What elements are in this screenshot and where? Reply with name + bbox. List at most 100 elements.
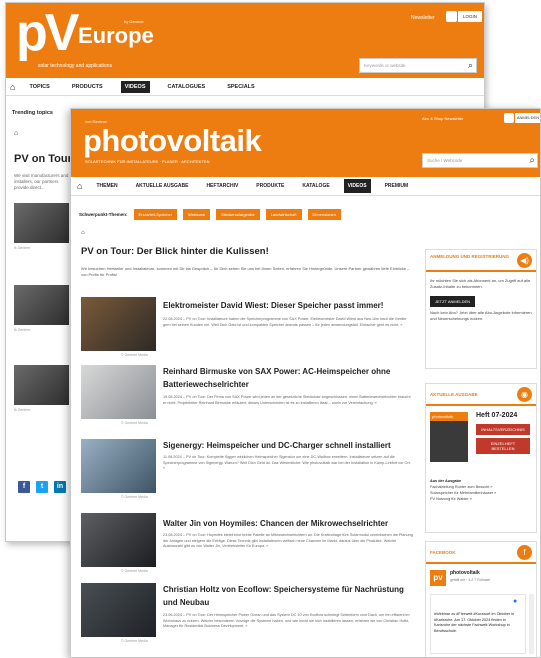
image-caption: © Gentner Media xyxy=(121,495,148,499)
login-box-title: ANMELDUNG UND REGISTRIERUNG xyxy=(430,254,510,259)
user-icon[interactable] xyxy=(504,113,514,123)
intro-text: We visit manufacturers and installers, o… xyxy=(14,173,69,190)
search-icon[interactable]: ⌕ xyxy=(529,154,535,167)
article-title[interactable]: Walter Jin von Hoymiles: Chancen der Mik… xyxy=(163,517,413,530)
main-nav: ⌂ THEMEN AKTUELLE AUSGABE HEFTARCHIV PRO… xyxy=(71,177,540,196)
nav-item-products[interactable]: PRODUCTS xyxy=(68,81,107,93)
photovoltaik-header: von Gentner photovoltaik SOLARTECHNIK FÜ… xyxy=(71,109,540,177)
photovoltaik-tagline: SOLARTECHNIK FÜR INSTALLATEURE · PLANER … xyxy=(85,159,210,164)
image-caption: fk Gentner xyxy=(14,246,31,250)
intro-text: Wir besuchen Hersteller und Installateur… xyxy=(81,266,410,277)
article-title[interactable]: Sigenergy: Heimspeicher und DC-Charger s… xyxy=(163,439,413,452)
topic-pill[interactable]: Dimensionen xyxy=(307,209,341,220)
fb-page-name[interactable]: photovoltaik xyxy=(450,570,480,576)
nav-item-themen[interactable]: THEMEN xyxy=(92,179,121,193)
video-thumbnail[interactable] xyxy=(14,365,69,405)
nav-item-heftarchiv[interactable]: HEFTARCHIV xyxy=(202,179,242,193)
pv-europe-logo-word[interactable]: Europe xyxy=(78,23,154,49)
login-now-button[interactable]: JETZT ANMELDEN xyxy=(430,296,476,307)
speaker-icon: ◀) xyxy=(517,253,532,268)
article-thumbnail[interactable] xyxy=(81,583,156,637)
article-thumbnail[interactable] xyxy=(81,297,156,351)
twitter-share-icon[interactable]: t xyxy=(36,481,48,493)
nav-item-topics[interactable]: TOPICS xyxy=(25,81,53,93)
nav-item-premium[interactable]: PREMIUM xyxy=(381,179,413,193)
issue-cover[interactable]: photovoltaik xyxy=(430,412,468,462)
nav-item-kataloge[interactable]: KATALOGE xyxy=(298,179,333,193)
article-item[interactable]: © Gentner Media Sigenergy: Heimspeicher … xyxy=(81,439,411,524)
table-of-contents-button[interactable]: INHALTSVERZEICHNIS xyxy=(476,424,530,435)
photovoltaik-logo[interactable]: photovoltaik xyxy=(83,123,262,159)
article-teaser: 22.08.2024 – PV on Tour: Installateure h… xyxy=(163,317,407,327)
topic-pill[interactable]: Ersatzteil-Speicher xyxy=(133,209,178,220)
home-icon[interactable]: ⌂ xyxy=(77,181,82,191)
breadcrumb-home-icon[interactable]: ⌂ xyxy=(14,130,18,137)
facebook-header: FACEBOOK f xyxy=(426,542,536,564)
login-button[interactable]: ANMELDEN xyxy=(515,113,540,123)
main-nav: ⌂ TOPICS PRODUCTS VIDEOS CATALOGUES SPEC… xyxy=(6,78,484,96)
facebook-icon[interactable]: f xyxy=(517,545,532,560)
image-caption: © Gentner Media xyxy=(121,639,148,643)
article-thumbnail[interactable] xyxy=(81,513,156,567)
abo-newsletter-links[interactable]: Abo & Shop Newsletter xyxy=(422,116,463,121)
newsletter-link[interactable]: Newsletter xyxy=(411,15,435,21)
user-icon[interactable] xyxy=(446,11,457,22)
current-issue-title: AKTUELLE AUSGABE xyxy=(430,392,478,397)
nav-item-produkte[interactable]: PRODUKTE xyxy=(252,179,288,193)
search-input[interactable]: Keywords or website ⌕ xyxy=(359,58,477,73)
current-issue-header: AKTUELLE AUSGABE ◉ xyxy=(426,384,536,406)
image-caption: © Gentner Media xyxy=(121,569,148,573)
fb-likes: gefällt mir · 4,2 T Follower xyxy=(450,578,491,582)
home-icon[interactable]: ⌂ xyxy=(10,82,15,92)
nav-item-videos[interactable]: VIDEOS xyxy=(120,80,150,93)
article-title[interactable]: Christian Holtz von Ecoflow: Speichersys… xyxy=(163,583,413,609)
nav-item-specials[interactable]: SPECIALS xyxy=(223,81,259,93)
video-thumbnail[interactable] xyxy=(14,285,69,325)
pv-europe-tagline: solar technology and applications xyxy=(38,63,112,69)
pv-europe-logo-by: by Gentner xyxy=(124,19,144,24)
pv-europe-header: pV Europe by Gentner solar technology an… xyxy=(6,3,484,78)
nav-item-catalogues[interactable]: CATALOGUES xyxy=(164,81,210,93)
article-title[interactable]: Elektromeister David Wiest: Dieser Speic… xyxy=(163,299,413,312)
nav-item-aktuelle-ausgabe[interactable]: AKTUELLE AUSGABE xyxy=(132,179,193,193)
breadcrumb-home-icon[interactable]: ⌂ xyxy=(81,230,85,236)
article-thumbnail[interactable] xyxy=(81,439,156,493)
login-box: ANMELDUNG UND REGISTRIERUNG ◀) Ihr möcht… xyxy=(425,249,537,369)
nav-item-videos[interactable]: VIDEOS xyxy=(343,179,371,193)
article-item[interactable]: © Gentner Media Christian Holtz von Ecof… xyxy=(81,583,413,657)
pv-europe-logo[interactable]: pV xyxy=(16,7,79,59)
issue-list-item[interactable]: PV Nutzung für Walder » xyxy=(426,496,536,502)
article-teaser: 23.06.2024 – PV on Tour: Der Heimspeiche… xyxy=(163,613,410,628)
topic-pill[interactable]: Webinare xyxy=(183,209,211,220)
photovoltaik-window: von Gentner photovoltaik SOLARTECHNIK FÜ… xyxy=(70,108,541,658)
search-placeholder: Keywords or website xyxy=(364,63,406,68)
article-teaser: 23.08.2024 – PV on Tour: Hoymiles bietet… xyxy=(163,533,413,548)
order-issue-button[interactable]: EINZELHEFT BESTELLEN xyxy=(476,438,530,454)
current-issue-box: AKTUELLE AUSGABE ◉ photovoltaik Heft 07-… xyxy=(425,383,537,533)
magazine-icon: ◉ xyxy=(517,387,532,402)
page-title: PV on Tour: Der Blick hinter die Kulisse… xyxy=(81,246,269,257)
article-title[interactable]: Reinhard Birmuske von SAX Power: AC-Heim… xyxy=(163,365,413,391)
article-teaser: 19.08.2024 – PV on Tour: Der Firma von S… xyxy=(163,395,411,405)
search-icon[interactable]: ⌕ xyxy=(468,60,473,71)
scrollbar[interactable] xyxy=(529,594,534,654)
facebook-share-icon[interactable]: f xyxy=(18,481,30,493)
article-thumbnail[interactable] xyxy=(81,365,156,419)
login-box-text: Ihr möchten Sie sich als Abonnent an, um… xyxy=(430,278,531,289)
topic-pill[interactable]: Landwirtschaft xyxy=(265,209,302,220)
fb-post[interactable]: #Webinar zu #Flexwelt #Kurzwort im Oktob… xyxy=(430,594,526,654)
search-input[interactable]: Suche / Webcode ⌕ xyxy=(422,153,538,168)
facebook-logo-icon: ● xyxy=(513,598,518,605)
login-button[interactable]: LOGIN xyxy=(458,11,482,22)
linkedin-share-icon[interactable]: in xyxy=(54,481,66,493)
topic-pill[interactable]: Steckersolargeräte xyxy=(216,209,260,220)
article-item[interactable]: © Gentner Media Reinhard Birmuske von SA… xyxy=(81,365,411,450)
topic-pills: Schwerpunkt-Themen: Ersatzteil-Speicher … xyxy=(79,209,347,220)
image-caption: © Gentner Media xyxy=(121,353,148,357)
image-caption: fk Gentner xyxy=(14,328,31,332)
issue-list: Aus der Ausgabe Fachabteilung Runter zum… xyxy=(426,478,536,502)
image-caption: fk Gentner xyxy=(14,408,31,412)
page-avatar[interactable]: pv xyxy=(430,570,446,586)
video-thumbnail[interactable] xyxy=(14,203,69,243)
issue-name: Heft 07-2024 xyxy=(476,412,518,419)
